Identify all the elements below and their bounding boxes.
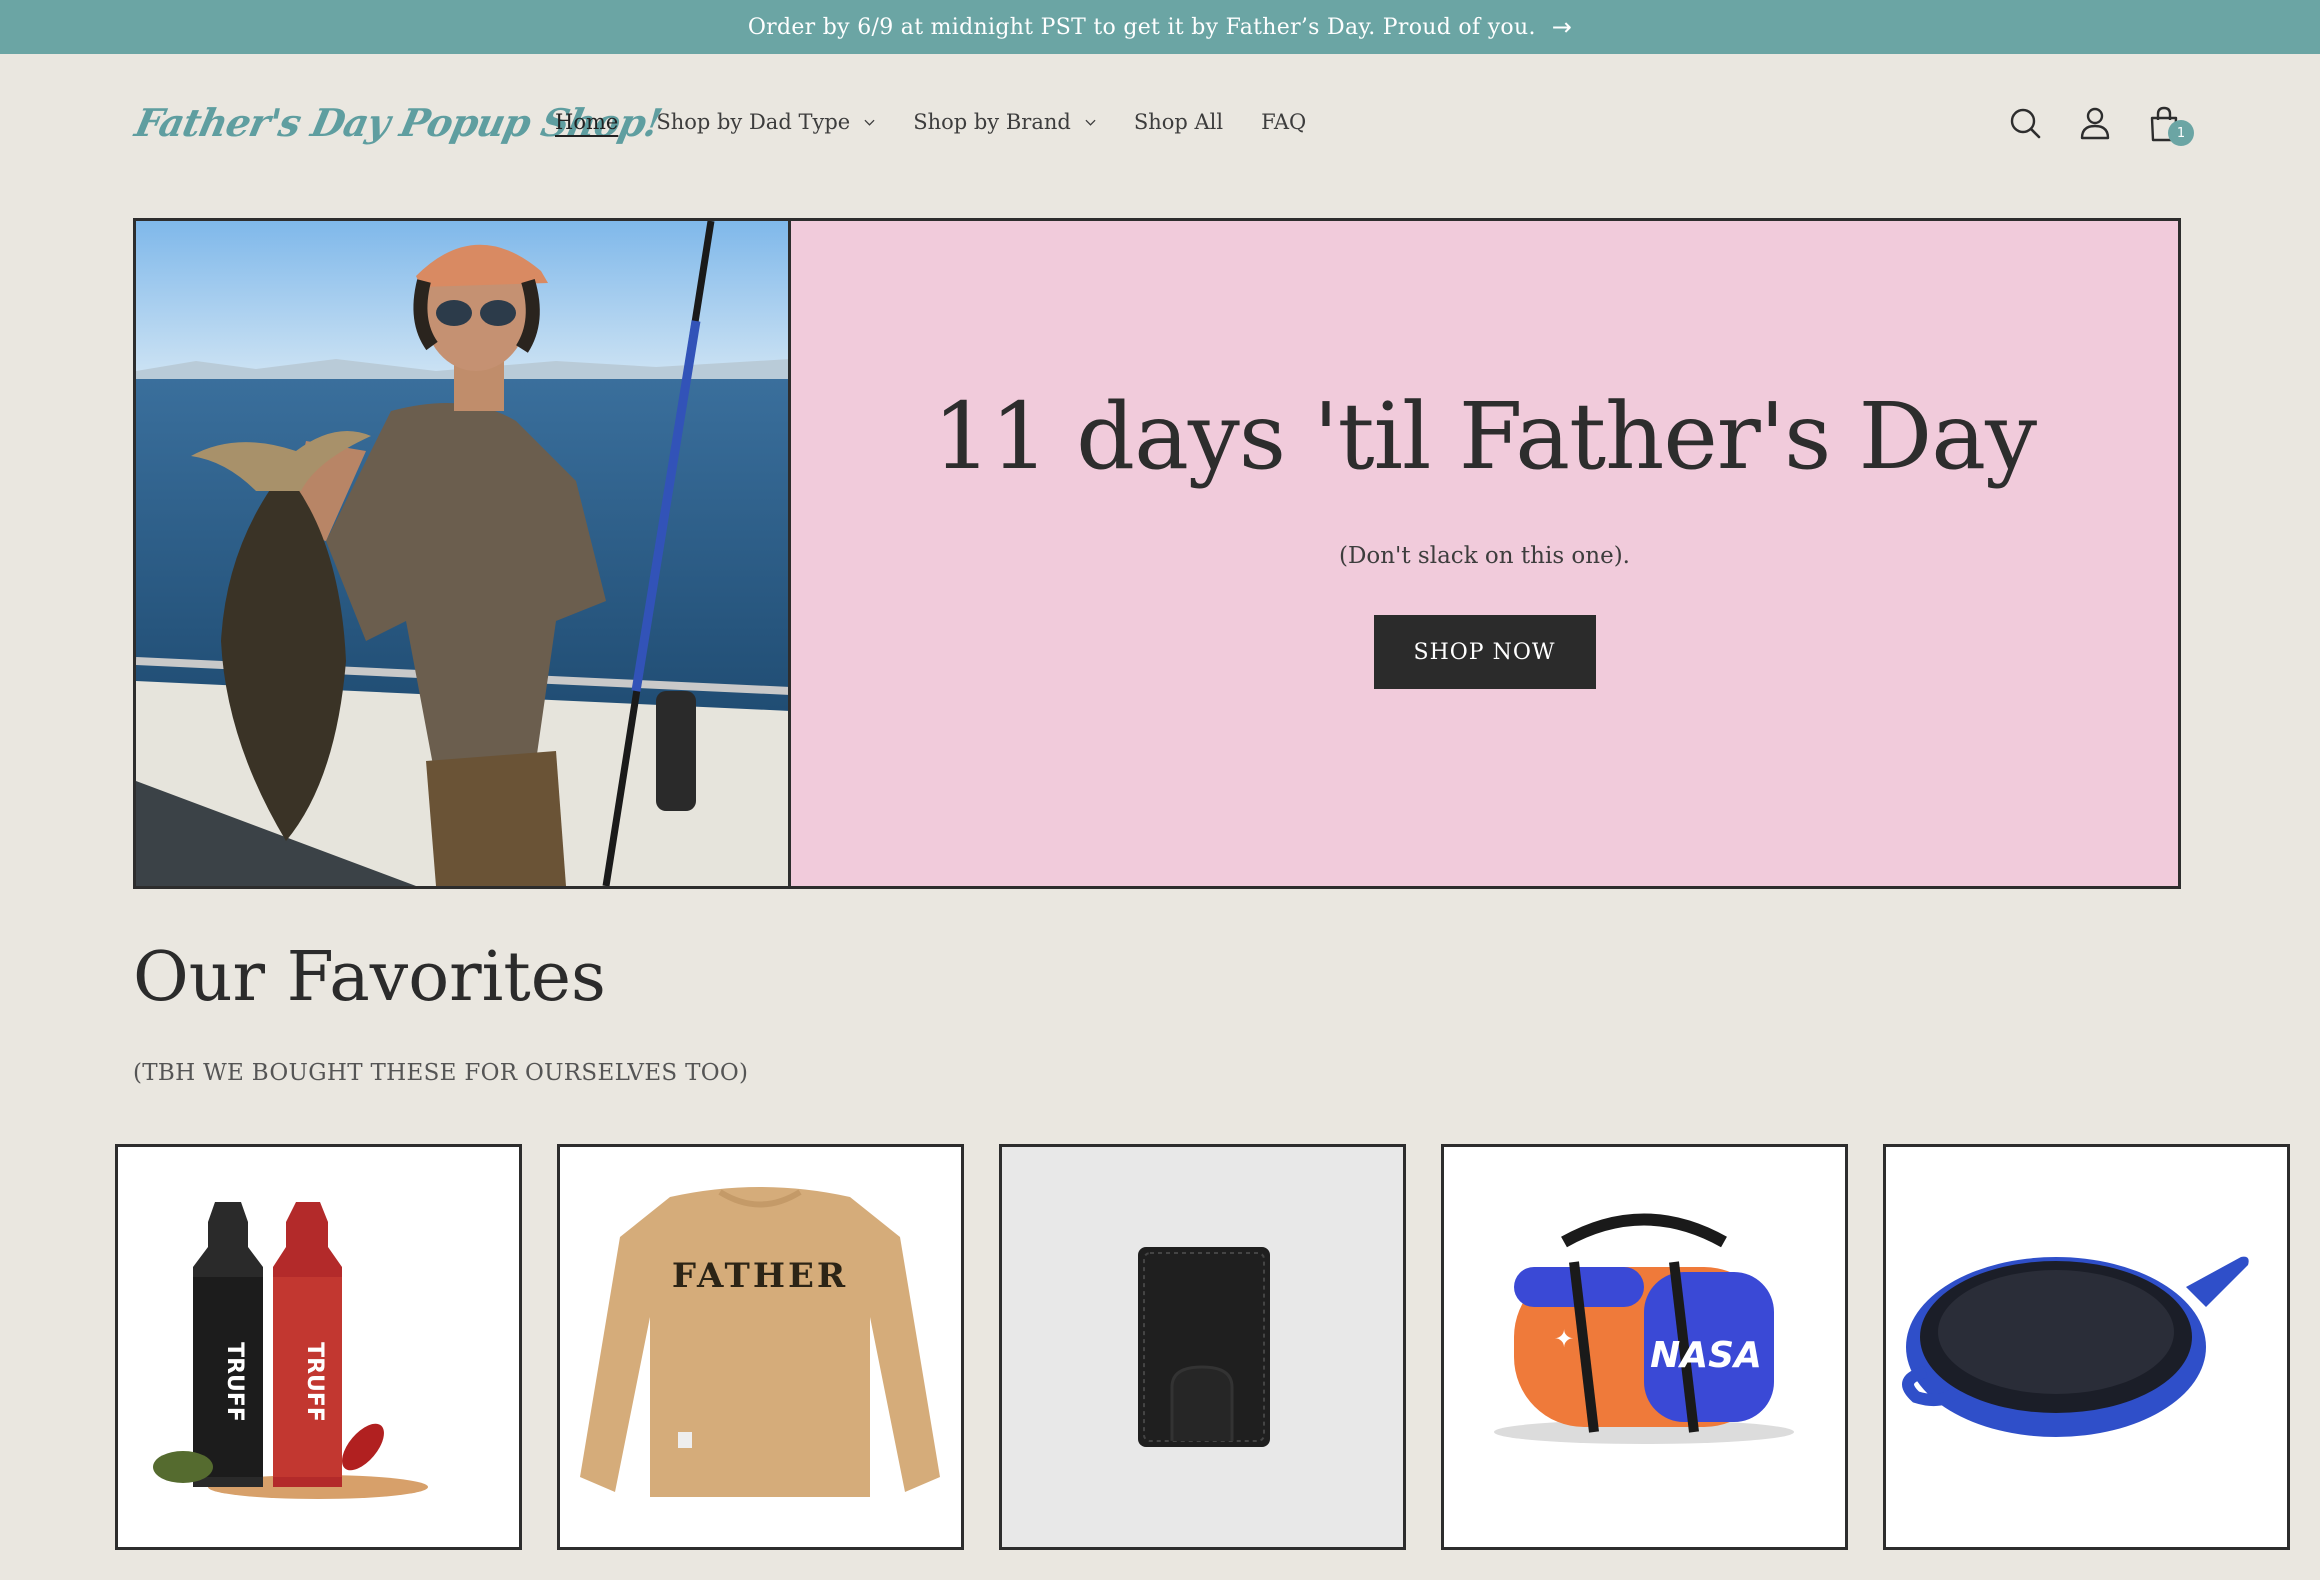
sweatshirt-print: FATHER [672,1256,848,1296]
hero-title: 11 days 'til Father's Day [932,383,2037,490]
nav-shop-by-dad-type[interactable]: Shop by Dad Type [656,110,875,134]
site-header: Father's Day Popup Shop! Home Shop by Da… [0,54,2320,200]
truff-label-black: TRUFF [222,1342,247,1422]
main-nav: Home Shop by Dad Type Shop by Brand Shop… [555,110,1344,134]
nasa-logo-text: NASA [1650,1335,1762,1376]
cart-count-badge: 1 [2168,120,2194,146]
sparkle-icon: ✦ [1554,1325,1574,1353]
black-wallet-image [1138,1247,1270,1447]
chevron-down-icon [1085,119,1096,126]
hero-text-panel: 11 days 'til Father's Day (Don't slack o… [791,221,2178,886]
product-card-black-wallet[interactable] [999,1144,1406,1550]
nav-faq[interactable]: FAQ [1261,110,1306,134]
nav-shop-by-brand-label: Shop by Brand [913,110,1071,134]
nav-shop-all[interactable]: Shop All [1134,110,1223,134]
nav-shop-by-brand[interactable]: Shop by Brand [913,110,1096,134]
nav-faq-label: FAQ [1261,110,1307,134]
father-sweatshirt-image: FATHER [580,1187,940,1497]
product-grid: TRUFF TRUFF FATHER NASA ✦ [115,1144,2320,1550]
truff-hot-sauce-image: TRUFF TRUFF [153,1202,428,1499]
product-card-truff-hot-sauce[interactable]: TRUFF TRUFF [115,1144,522,1550]
account-button[interactable] [2073,102,2117,146]
account-icon [2080,107,2110,140]
chevron-down-icon [864,119,875,126]
nav-shop-by-dad-type-label: Shop by Dad Type [656,110,851,134]
hero-subtitle: (Don't slack on this one). [1338,543,1630,569]
header-icons: 1 [2004,102,2211,146]
product-card-blue-cast-iron-skillet[interactable] [1883,1144,2290,1550]
shop-now-button[interactable]: SHOP NOW [1373,615,1596,689]
announcement-text: Order by 6/9 at midnight PST to get it b… [747,14,1536,40]
favorites-subtitle: (TBH WE BOUGHT THESE FOR OURSELVES TOO) [133,1060,749,1086]
nav-home[interactable]: Home [555,110,618,134]
truff-label-red: TRUFF [302,1342,327,1422]
search-icon [2010,108,2041,139]
nav-shop-all-label: Shop All [1133,110,1224,134]
blue-skillet-image [1902,1256,2249,1437]
nasa-duffel-bag-image: NASA ✦ [1494,1213,1794,1444]
arrow-right-icon: → [1551,13,1573,41]
search-button[interactable] [2004,102,2048,146]
hero-fishing-photo [136,221,791,886]
nav-home-label: Home [555,110,619,134]
favorites-title: Our Favorites [133,938,606,1017]
product-card-nasa-duffel-bag[interactable]: NASA ✦ [1441,1144,1848,1550]
announcement-bar[interactable]: Order by 6/9 at midnight PST to get it b… [0,0,2320,54]
hero-banner: 11 days 'til Father's Day (Don't slack o… [133,218,2181,889]
fisherman-photo [136,221,788,886]
cart-button[interactable]: 1 [2142,102,2194,146]
product-card-father-sweatshirt[interactable]: FATHER [557,1144,964,1550]
